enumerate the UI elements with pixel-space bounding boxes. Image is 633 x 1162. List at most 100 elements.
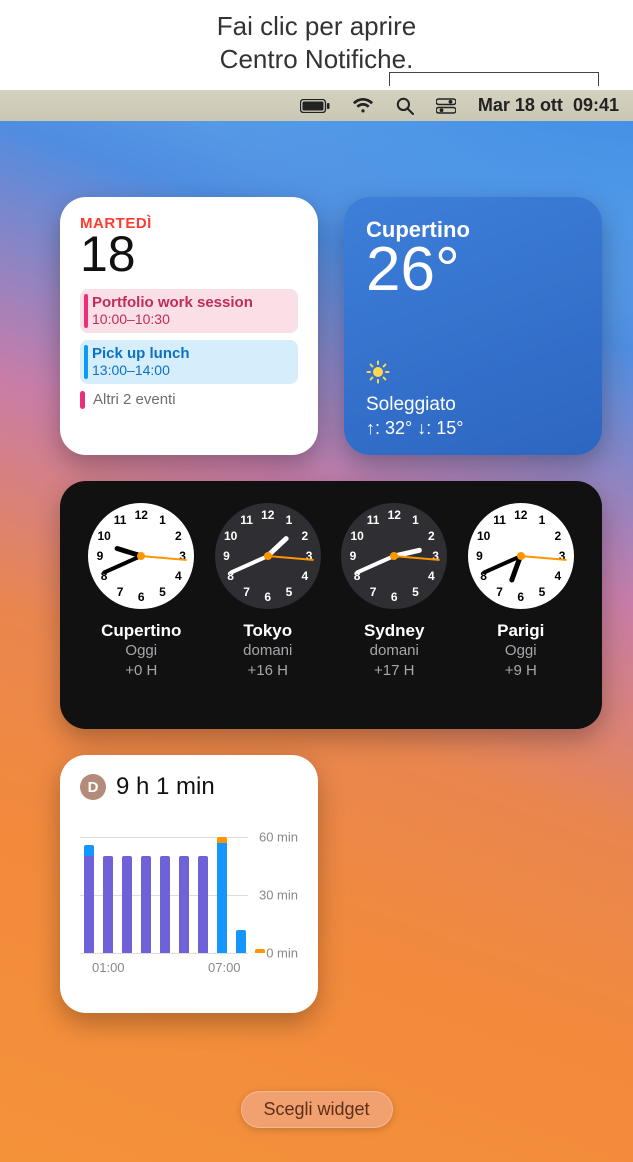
clock-numeral: 12	[388, 508, 401, 522]
clock-numeral: 9	[476, 549, 483, 563]
menubar-datetime[interactable]: Mar 18 ott 09:41	[478, 95, 619, 116]
clock-day: Oggi	[81, 641, 201, 661]
clock-knob	[517, 552, 525, 560]
clock-numeral: 6	[264, 590, 271, 604]
chart-gridline	[80, 953, 248, 954]
clock-numeral: 9	[350, 549, 357, 563]
chart-bar-segment	[217, 843, 227, 953]
chart-bar	[160, 856, 170, 953]
more-bar-icon	[80, 391, 85, 409]
clock-numeral: 5	[412, 585, 419, 599]
clock-numeral: 10	[97, 529, 110, 543]
clock-city: Sydney	[334, 621, 454, 641]
clock-numeral: 5	[539, 585, 546, 599]
chart-bar-segment	[84, 856, 94, 953]
clock-offset: +17 H	[334, 661, 454, 681]
clock-numeral: 11	[114, 513, 127, 527]
calendar-more-label: Altri 2 eventi	[93, 391, 176, 408]
wifi-icon[interactable]	[352, 98, 374, 114]
calendar-daynum: 18	[80, 228, 298, 281]
weather-widget[interactable]: Cupertino 26° Soleggiato ↑: 32° ↓: 15°	[344, 197, 602, 455]
event-title: Portfolio work session	[92, 294, 290, 311]
annotation-line1: Fai clic per aprire	[0, 10, 633, 43]
minute-hand	[102, 554, 142, 575]
clock-numeral: 9	[223, 549, 230, 563]
clock-item[interactable]: 121234567891011Sydneydomani+17 H	[334, 503, 454, 680]
clock-numeral: 11	[367, 513, 380, 527]
clock-day: domani	[334, 641, 454, 661]
clock-numeral: 12	[514, 508, 527, 522]
clock-item[interactable]: 121234567891011ParigiOggi+9 H	[461, 503, 581, 680]
chart-bar	[84, 845, 94, 953]
chart-bar-segment	[122, 856, 132, 953]
clock-day: domani	[208, 641, 328, 661]
chart-bar-segment	[179, 856, 189, 953]
clock-item[interactable]: 121234567891011CupertinoOggi+0 H	[81, 503, 201, 680]
clock-numeral: 1	[286, 513, 293, 527]
annotation-callout: Fai clic per aprire Centro Notifiche.	[0, 10, 633, 75]
clock-numeral: 3	[559, 549, 566, 563]
menubar: Mar 18 ott 09:41	[0, 90, 633, 121]
clock-item[interactable]: 121234567891011Tokyodomani+16 H	[208, 503, 328, 680]
chart-bar	[255, 949, 265, 953]
event-title: Pick up lunch	[92, 345, 290, 362]
weather-hilo: ↑: 32° ↓: 15°	[366, 418, 580, 439]
calendar-event[interactable]: Pick up lunch 13:00–14:00	[80, 340, 298, 384]
menubar-date: Mar 18 ott	[478, 95, 563, 115]
minute-hand	[229, 554, 269, 575]
clock-numeral: 10	[224, 529, 237, 543]
battery-icon[interactable]	[300, 99, 330, 113]
choose-widget-button[interactable]: Scegli widget	[240, 1091, 392, 1128]
callout-bracket	[389, 72, 599, 86]
screentime-widget[interactable]: D 9 h 1 min 0 min30 min60 min01:0007:00	[60, 755, 318, 1013]
chart-bar-segment	[255, 949, 265, 953]
chart-xlabel: 01:00	[92, 960, 125, 975]
clock-numeral: 1	[412, 513, 419, 527]
screentime-chart: 0 min30 min60 min01:0007:00	[80, 815, 298, 975]
chart-bar	[236, 930, 246, 953]
clock-face: 121234567891011	[88, 503, 194, 609]
clock-face: 121234567891011	[341, 503, 447, 609]
event-time: 10:00–10:30	[92, 311, 290, 327]
clock-offset: +16 H	[208, 661, 328, 681]
sun-icon	[366, 360, 580, 390]
clock-knob	[264, 552, 272, 560]
chart-bar-segment	[160, 856, 170, 953]
clock-numeral: 6	[517, 590, 524, 604]
chart-bar-segment	[103, 856, 113, 953]
clock-numeral: 3	[306, 549, 313, 563]
clock-numeral: 6	[138, 590, 145, 604]
calendar-event[interactable]: Portfolio work session 10:00–10:30	[80, 289, 298, 333]
clock-numeral: 2	[175, 529, 182, 543]
clock-numeral: 7	[243, 585, 250, 599]
clock-numeral: 10	[350, 529, 363, 543]
chart-ylabel: 0 min	[266, 946, 298, 961]
search-icon[interactable]	[396, 97, 414, 115]
chart-bar-segment	[198, 856, 208, 953]
chart-bar	[122, 856, 132, 953]
clock-numeral: 1	[539, 513, 546, 527]
clock-day: Oggi	[461, 641, 581, 661]
calendar-widget[interactable]: MARTEDÌ 18 Portfolio work session 10:00–…	[60, 197, 318, 455]
clock-numeral: 12	[135, 508, 148, 522]
desktop: MARTEDÌ 18 Portfolio work session 10:00–…	[0, 121, 633, 1162]
minute-hand	[355, 554, 395, 575]
clock-knob	[137, 552, 145, 560]
clock-numeral: 4	[302, 569, 309, 583]
clock-numeral: 7	[370, 585, 377, 599]
widget-area: MARTEDÌ 18 Portfolio work session 10:00–…	[60, 197, 603, 1013]
clock-numeral: 6	[391, 590, 398, 604]
clock-numeral: 2	[302, 529, 309, 543]
screentime-avatar: D	[80, 774, 106, 800]
weather-high: 32°	[385, 418, 412, 438]
clock-numeral: 2	[555, 529, 562, 543]
clock-knob	[390, 552, 398, 560]
world-clock-widget[interactable]: 121234567891011CupertinoOggi+0 H12123456…	[60, 481, 602, 729]
clock-numeral: 9	[97, 549, 104, 563]
clock-offset: +0 H	[81, 661, 201, 681]
calendar-more-events[interactable]: Altri 2 eventi	[80, 391, 298, 409]
clock-numeral: 7	[117, 585, 124, 599]
clock-numeral: 5	[286, 585, 293, 599]
weather-condition: Soleggiato	[366, 394, 580, 416]
control-center-icon[interactable]	[436, 98, 456, 114]
